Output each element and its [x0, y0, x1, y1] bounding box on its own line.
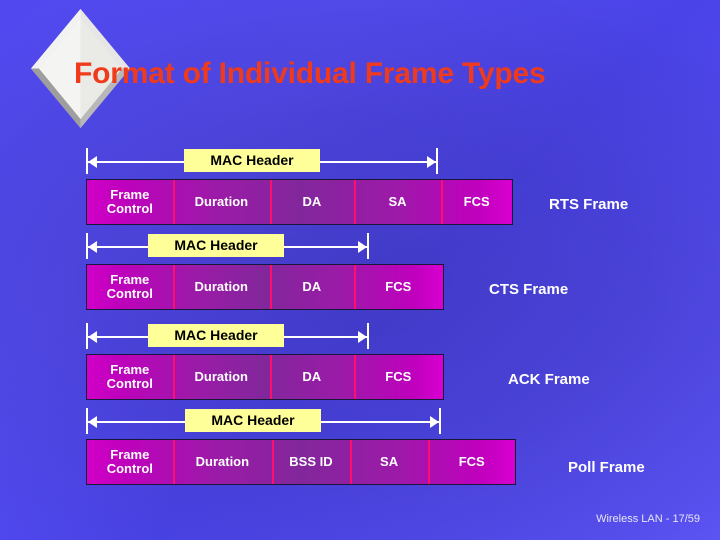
field-frame-control: Frame Control [106, 446, 153, 476]
span-cap-right [367, 233, 369, 259]
field-da: DA [270, 180, 354, 224]
arrow-left-icon [88, 331, 97, 343]
field-duration: Duration [172, 180, 271, 224]
field-fcs: FCS [353, 355, 444, 399]
field-duration: Duration [172, 440, 273, 484]
span-cap-right [436, 148, 438, 174]
mac-header-label-poll: MAC Header [185, 409, 321, 432]
field-fcs: FCS [428, 440, 515, 484]
field-duration: Duration [172, 265, 270, 309]
mac-header-label-rts: MAC Header [184, 149, 320, 172]
mac-header-label-cts: MAC Header [148, 234, 284, 257]
field-bss-id: BSS ID [272, 440, 350, 484]
slide-title-area: Format of Individual Frame Types [0, 0, 720, 140]
arrow-left-icon [88, 241, 97, 253]
slide-footer: Wireless LAN - 17/59 [596, 513, 700, 525]
field-sa: SA [349, 440, 429, 484]
field-frame-control: Frame Control [106, 361, 153, 391]
field-fcs: FCS [441, 180, 512, 224]
field-frame-control: Frame Control [106, 186, 153, 216]
frame-bar-cts: Frame Control Duration DA FCS [86, 264, 444, 310]
frame-type-label-poll: Poll Frame [568, 459, 645, 476]
frame-type-label-cts: CTS Frame [489, 281, 569, 298]
field-da: DA [269, 265, 354, 309]
frame-bar-poll: Frame Control Duration BSS ID SA FCS [86, 439, 516, 485]
page-title: Format of Individual Frame Types [74, 57, 546, 90]
frame-type-label-rts: RTS Frame [549, 196, 629, 213]
span-cap-right [439, 408, 441, 434]
frame-bar-ack: Frame Control Duration DA FCS [86, 354, 444, 400]
field-sa: SA [353, 180, 442, 224]
frame-bar-rts: Frame Control Duration DA SA FCS [86, 179, 513, 225]
span-cap-right [367, 323, 369, 349]
field-da: DA [269, 355, 354, 399]
arrow-right-icon [430, 416, 439, 428]
field-frame-control: Frame Control [106, 271, 153, 301]
arrow-left-icon [88, 416, 97, 428]
arrow-left-icon [88, 156, 97, 168]
frame-type-label-ack: ACK Frame [508, 371, 590, 388]
field-duration: Duration [172, 355, 270, 399]
arrow-right-icon [358, 241, 367, 253]
field-fcs: FCS [353, 265, 444, 309]
mac-header-label-ack: MAC Header [148, 324, 284, 347]
arrow-right-icon [358, 331, 367, 343]
slide: Format of Individual Frame Types MAC Hea… [0, 0, 720, 540]
arrow-right-icon [427, 156, 436, 168]
